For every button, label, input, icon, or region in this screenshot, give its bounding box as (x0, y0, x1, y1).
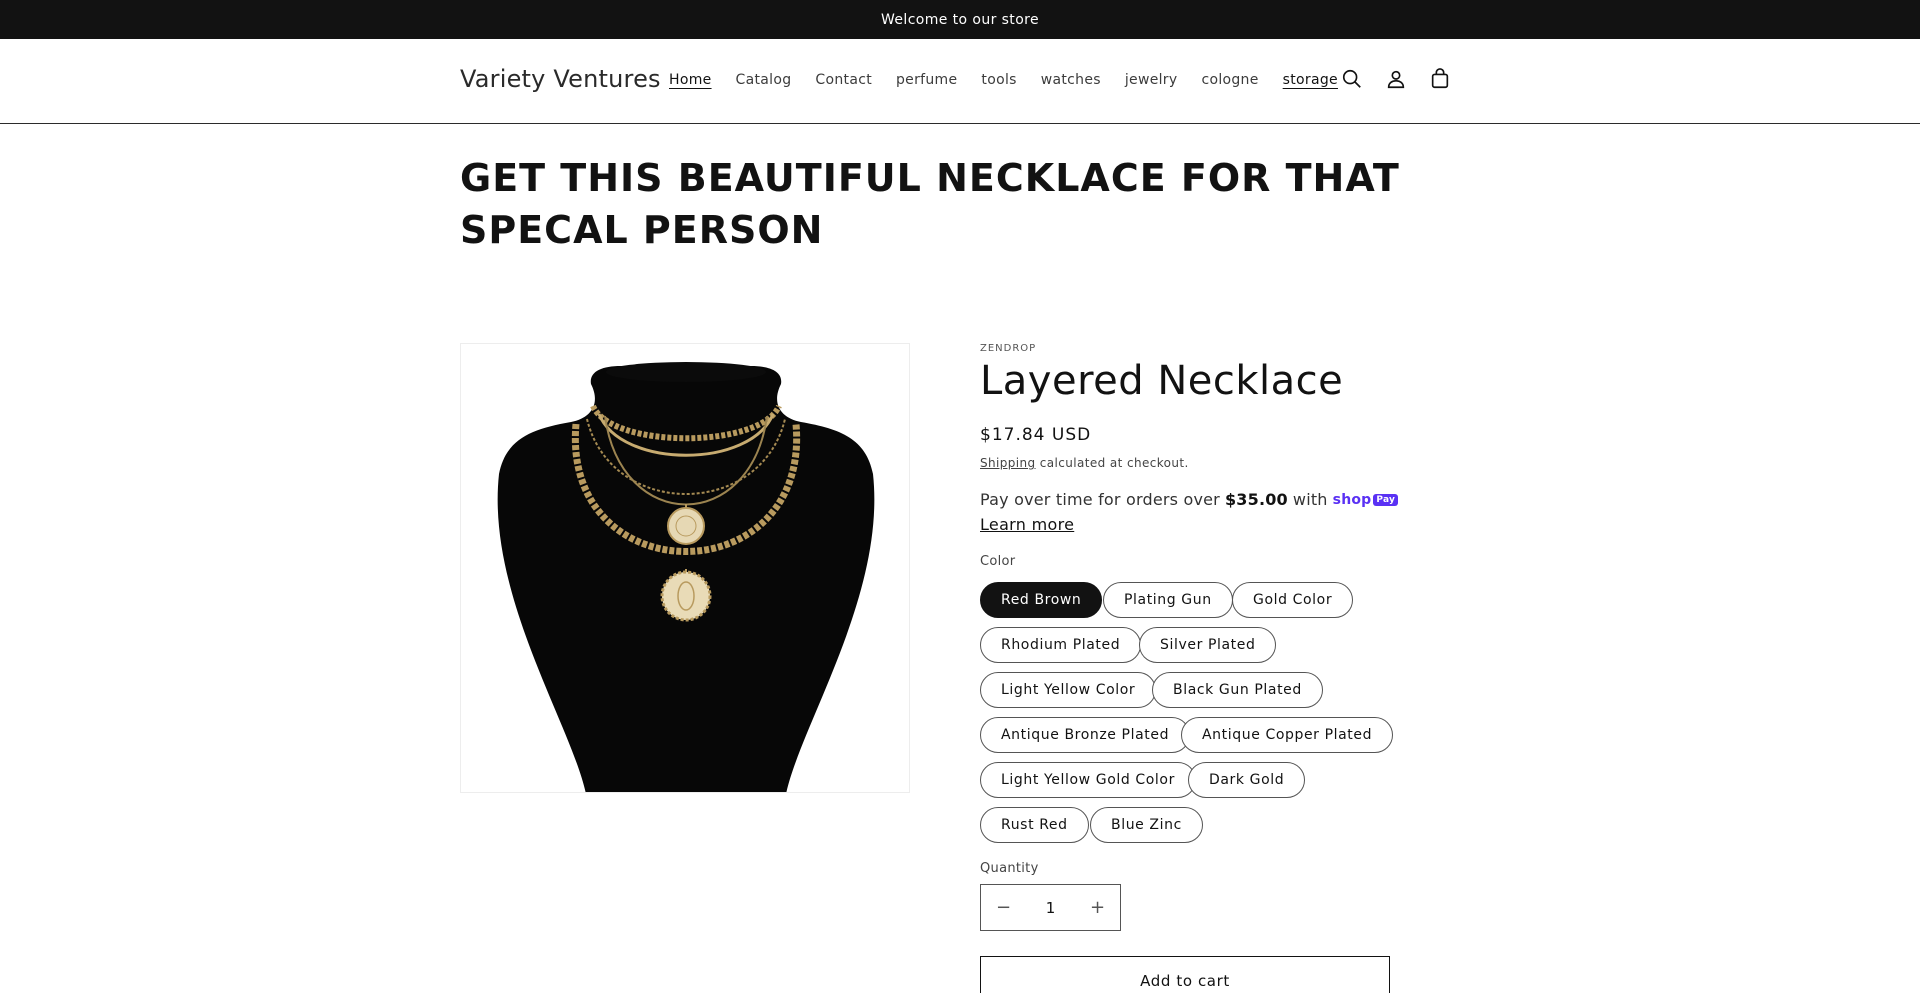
product-price: $17.84 USD (980, 425, 1092, 445)
shipping-note: Shipping calculated at checkout. (980, 456, 1189, 470)
quantity-input[interactable] (1028, 898, 1073, 917)
quantity-stepper: − + (980, 884, 1121, 931)
page-title: GET THIS BEAUTIFUL NECKLACE FOR THAT SPE… (460, 156, 1400, 252)
color-option-red-brown[interactable]: Red Brown (980, 582, 1103, 618)
minus-icon[interactable]: − (981, 885, 1026, 930)
color-option-plating-gun[interactable]: Plating Gun (1103, 582, 1233, 618)
shipping-link[interactable]: Shipping (980, 456, 1036, 470)
cart-icon[interactable] (1428, 67, 1452, 91)
product-image[interactable] (460, 343, 910, 793)
nav-jewelry[interactable]: jewelry (1125, 72, 1178, 88)
installments-line: Pay over time for orders over $35.00 wit… (980, 490, 1399, 509)
main-nav: Home Catalog Contact perfume tools watch… (669, 72, 1362, 88)
plus-icon[interactable]: + (1075, 885, 1120, 930)
color-option-silver-plated[interactable]: Silver Plated (1139, 627, 1277, 663)
color-option-rhodium-plated[interactable]: Rhodium Plated (980, 627, 1142, 663)
nav-storage[interactable]: storage (1283, 72, 1338, 88)
search-icon[interactable] (1340, 67, 1364, 91)
shoppay-label: shop (1332, 491, 1372, 508)
color-label: Color (980, 554, 1016, 569)
quantity-label: Quantity (980, 861, 1039, 876)
store-logo[interactable]: Variety Ventures (460, 65, 661, 93)
product-vendor: ZENDROP (980, 343, 1037, 354)
product-title: Layered Necklace (980, 358, 1344, 404)
header-icons (1340, 67, 1452, 91)
necklace-bust-image (497, 362, 875, 792)
shipping-text: calculated at checkout. (1035, 456, 1189, 470)
color-option-light-yellow-color[interactable]: Light Yellow Color (980, 672, 1157, 708)
learn-more-link[interactable]: Learn more (980, 515, 1074, 534)
shoppay-badge: Pay (1373, 493, 1399, 506)
color-option-dark-gold[interactable]: Dark Gold (1188, 762, 1306, 798)
color-option-gold-color[interactable]: Gold Color (1232, 582, 1354, 618)
installments-amount: $35.00 (1224, 490, 1288, 509)
color-option-antique-copper-plated[interactable]: Antique Copper Plated (1181, 717, 1394, 753)
add-to-cart-button[interactable]: Add to cart (980, 956, 1390, 993)
installments-prefix: Pay over time for orders over (980, 490, 1220, 509)
color-option-antique-bronze-plated[interactable]: Antique Bronze Plated (980, 717, 1191, 753)
nav-watches[interactable]: watches (1041, 72, 1101, 88)
nav-contact[interactable]: Contact (815, 72, 872, 88)
announcement-text: Welcome to our store (880, 11, 1040, 28)
color-option-black-gun-plated[interactable]: Black Gun Plated (1152, 672, 1323, 708)
nav-cologne[interactable]: cologne (1201, 72, 1258, 88)
nav-home[interactable]: Home (669, 72, 712, 88)
installments-with: with (1292, 490, 1328, 509)
color-option-rust-red[interactable]: Rust Red (980, 807, 1089, 843)
announcement-bar: Welcome to our store (0, 0, 1920, 39)
shoppay-logo: shop Pay (1332, 491, 1399, 508)
account-icon[interactable] (1384, 67, 1408, 91)
nav-tools[interactable]: tools (981, 72, 1016, 88)
nav-perfume[interactable]: perfume (896, 72, 957, 88)
nav-catalog[interactable]: Catalog (736, 72, 792, 88)
color-option-blue-zinc[interactable]: Blue Zinc (1090, 807, 1203, 843)
color-option-light-yellow-gold-color[interactable]: Light Yellow Gold Color (980, 762, 1196, 798)
site-header: Variety Ventures Home Catalog Contact pe… (0, 39, 1920, 124)
